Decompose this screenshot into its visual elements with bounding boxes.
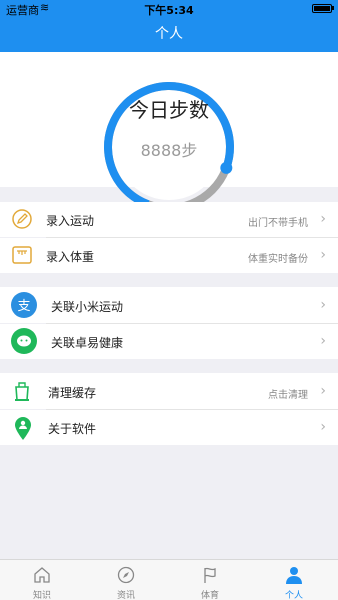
pencil-icon (12, 209, 32, 229)
ring-progress-knob (220, 161, 233, 174)
chevron-right-icon: › (320, 247, 326, 263)
link-zhuoyi-row[interactable]: 关联卓易健康 › (0, 324, 338, 359)
location-pin-icon (15, 417, 31, 440)
compass-icon (117, 566, 135, 584)
link-zhuoyi-label: 关联卓易健康 (51, 336, 124, 350)
tab-knowledge[interactable]: 知识 (0, 560, 84, 600)
svg-text:支: 支 (17, 299, 30, 314)
tab-news[interactable]: 资讯 (84, 560, 168, 600)
nav-bar: 个人 (0, 17, 338, 52)
record-weight-hint: 体重实时备份 (248, 254, 308, 265)
link-xiaomi-label: 关联小米运动 (51, 300, 124, 314)
clear-cache-hint: 点击清理 (268, 390, 308, 401)
chevron-right-icon: › (320, 297, 326, 313)
chevron-right-icon: › (320, 383, 326, 399)
clear-cache-label: 清理缓存 (48, 386, 97, 400)
record-exercise-label: 录入运动 (46, 214, 95, 228)
xiaomi-sport-icon: 支 (11, 292, 37, 318)
scale-icon (12, 246, 32, 264)
person-icon (286, 567, 302, 584)
record-weight-row[interactable]: 录入体重 体重实时备份 › (0, 238, 338, 273)
tab-knowledge-label: 知识 (32, 591, 51, 600)
home-icon (34, 567, 50, 583)
chevron-right-icon: › (320, 419, 326, 435)
trash-icon (15, 382, 29, 401)
page-title: 个人 (155, 26, 183, 42)
chevron-right-icon: › (320, 333, 326, 349)
battery-icon (312, 4, 332, 13)
status-time: 下午5:34 (144, 4, 194, 17)
tab-bar: 知识 资讯 体育 个人 (0, 559, 338, 600)
flag-icon (204, 567, 216, 583)
wechat-icon (11, 328, 37, 354)
steps-title: 今日步数 (129, 98, 209, 122)
tab-profile-label: 个人 (284, 591, 303, 600)
tab-news-label: 资讯 (116, 591, 135, 600)
about-label: 关于软件 (48, 422, 97, 436)
about-row[interactable]: 关于软件 › (0, 410, 338, 445)
battery-tip (332, 6, 334, 10)
record-exercise-row[interactable]: 录入运动 出门不带手机 › (0, 202, 338, 237)
record-exercise-hint: 出门不带手机 (248, 218, 308, 229)
tab-sports-label: 体育 (200, 591, 219, 600)
link-xiaomi-row[interactable]: 支 关联小米运动 › (0, 287, 338, 323)
tab-profile[interactable]: 个人 (252, 560, 336, 600)
steps-count: 8888步 (140, 141, 198, 160)
record-weight-label: 录入体重 (46, 250, 95, 264)
status-bar: 运营商 ≋ 下午5:34 (0, 0, 338, 17)
tab-sports[interactable]: 体育 (168, 560, 252, 600)
chevron-right-icon: › (320, 211, 326, 227)
clear-cache-row[interactable]: 清理缓存 点击清理 › (0, 373, 338, 409)
